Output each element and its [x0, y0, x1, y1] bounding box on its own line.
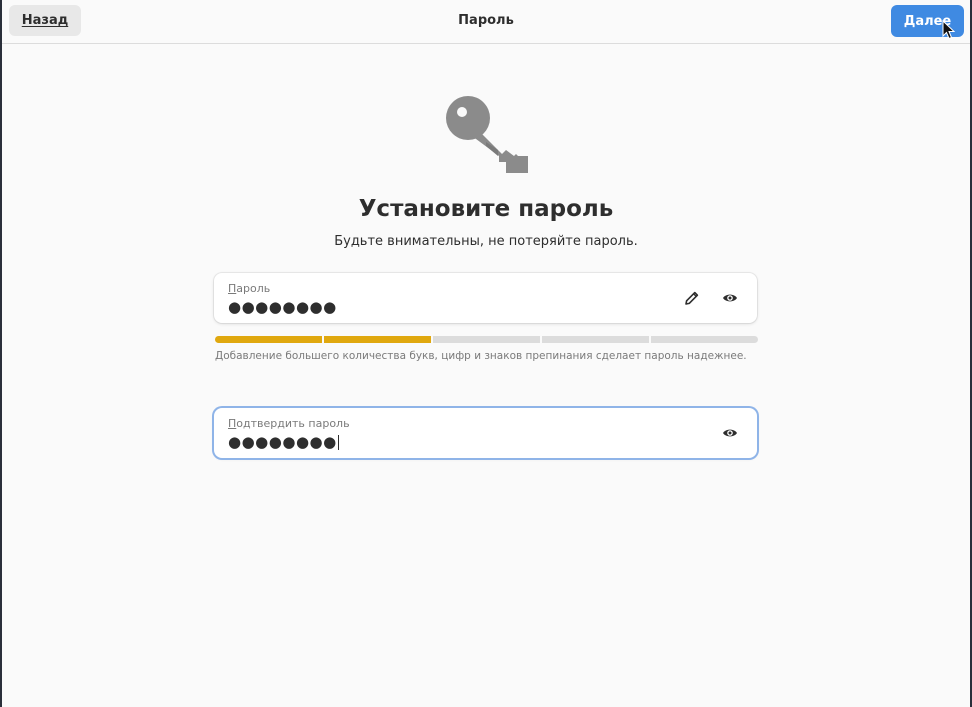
strength-segment: [215, 336, 322, 343]
strength-segment: [433, 336, 540, 343]
eye-icon[interactable]: [720, 423, 740, 443]
back-button[interactable]: Назад: [9, 5, 81, 36]
password-field[interactable]: Пароль ●●●●●●●●: [214, 273, 757, 323]
strength-segment: [651, 336, 758, 343]
password-value[interactable]: ●●●●●●●●: [228, 298, 337, 316]
header-bar: Назад Пароль Далее: [2, 0, 970, 44]
page-title: Пароль: [458, 13, 514, 28]
strength-segment: [324, 336, 431, 343]
password-label: Пароль: [228, 282, 271, 295]
eye-icon[interactable]: [720, 288, 740, 308]
confirm-password-label: Подтвердить пароль: [228, 417, 350, 430]
confirm-password-field[interactable]: Подтвердить пароль ●●●●●●●●: [214, 408, 757, 458]
password-hint: Добавление большего количества букв, циф…: [215, 350, 747, 362]
strength-segment: [542, 336, 649, 343]
setup-window: Назад Пароль Далее Установите пароль Буд…: [2, 0, 970, 707]
text-caret: [337, 435, 339, 450]
pencil-icon[interactable]: [682, 288, 702, 308]
confirm-password-value[interactable]: ●●●●●●●●: [228, 433, 339, 451]
main-heading: Установите пароль: [358, 196, 614, 222]
password-strength-bar: [215, 336, 758, 343]
key-icon: [446, 96, 528, 173]
next-button[interactable]: Далее: [891, 5, 964, 37]
main-subheading: Будьте внимательны, не потеряйте пароль.: [334, 234, 638, 249]
